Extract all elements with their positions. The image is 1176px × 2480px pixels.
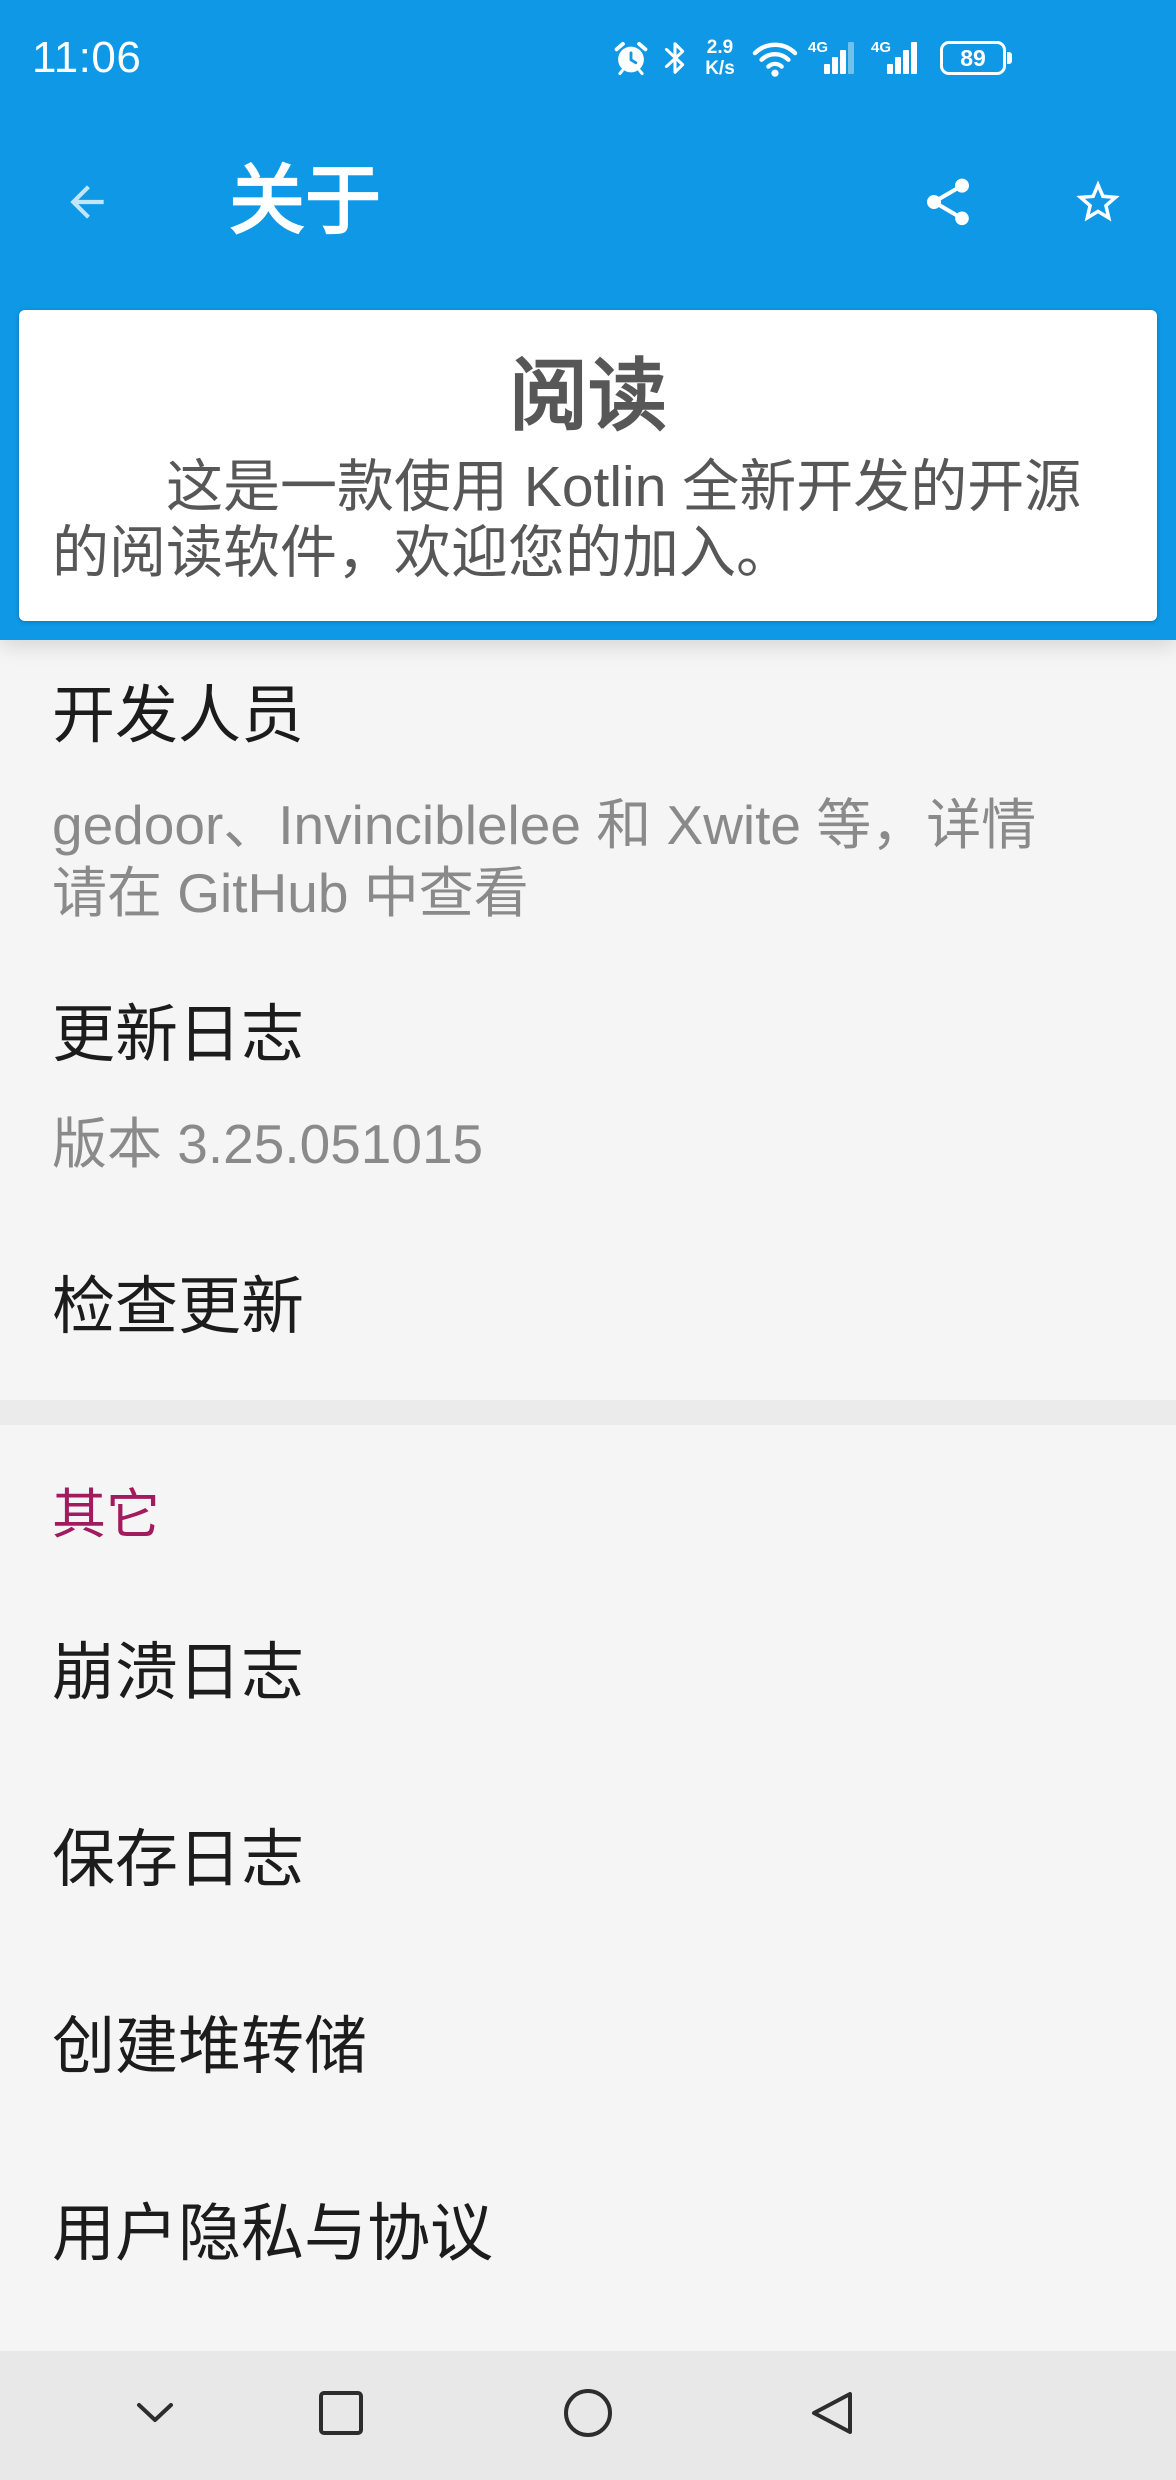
preference-list: 开发人员 gedoor、Invinciblelee 和 Xwite 等，详情请在… xyxy=(0,643,1176,2327)
pref-title: 开发人员 xyxy=(52,681,304,751)
network-speed: 2.9 K/s xyxy=(700,37,740,79)
pref-save-log[interactable]: 保存日志 xyxy=(0,1766,1176,1953)
pref-privacy-agreement[interactable]: 用户隐私与协议 xyxy=(0,2140,1176,2327)
wifi-icon xyxy=(752,41,798,77)
share-button[interactable] xyxy=(916,170,980,234)
section-divider xyxy=(0,1400,1176,1425)
bluetooth-icon xyxy=(663,39,687,77)
share-icon xyxy=(927,178,969,226)
network-type-label: 4G xyxy=(871,39,892,56)
status-time: 11:06 xyxy=(32,33,142,82)
pref-title: 保存日志 xyxy=(52,1824,304,1895)
system-back-button[interactable] xyxy=(801,2381,865,2445)
app-description: 这是一款使用 Kotlin 全新开发的开源的阅读软件，欢迎您的加入。 xyxy=(52,455,1082,585)
arrow-back-icon xyxy=(70,185,104,219)
page-title: 关于 xyxy=(229,159,381,244)
pref-developers[interactable]: 开发人员 gedoor、Invinciblelee 和 Xwite 等，详情请在… xyxy=(0,643,1176,962)
battery-tip xyxy=(1007,52,1012,64)
home-button[interactable] xyxy=(556,2381,620,2445)
pref-title: 用户隐私与协议 xyxy=(52,2198,493,2269)
pref-summary: 版本 3.25.051015 xyxy=(52,1113,484,1175)
app-name: 阅读 xyxy=(509,351,667,440)
pref-update-log[interactable]: 更新日志 版本 3.25.051015 xyxy=(0,962,1176,1213)
cellular-signal-icon: 4G xyxy=(808,40,858,76)
recents-square-icon xyxy=(319,2391,363,2435)
back-button[interactable] xyxy=(55,170,119,234)
alarm-clock-icon xyxy=(613,40,649,76)
network-type-label: 4G xyxy=(808,39,829,56)
pref-title: 更新日志 xyxy=(52,1000,304,1070)
pref-crash-log[interactable]: 崩溃日志 xyxy=(0,1579,1176,1766)
pref-summary: gedoor、Invinciblelee 和 Xwite 等，详情请在 GitH… xyxy=(52,794,1037,924)
recents-button[interactable] xyxy=(309,2381,373,2445)
pref-title: 创建堆转储 xyxy=(52,2011,367,2082)
favorite-button[interactable] xyxy=(1066,170,1130,234)
pref-check-update[interactable]: 检查更新 xyxy=(0,1213,1176,1400)
pref-title: 检查更新 xyxy=(52,1271,304,1342)
chevron-down-icon xyxy=(137,2403,173,2422)
back-triangle-icon xyxy=(812,2392,852,2434)
app-header: 11:06 2.9 K/s 4G 4G 89 关于 阅读 这是一款使用 Kotl… xyxy=(0,0,1176,640)
battery-icon: 89 xyxy=(940,41,1006,75)
system-navigation-bar xyxy=(0,2351,1176,2480)
network-speed-value: 2.9 xyxy=(706,37,734,58)
pref-title: 崩溃日志 xyxy=(52,1637,304,1708)
network-speed-unit: K/s xyxy=(705,58,735,79)
about-card: 阅读 这是一款使用 Kotlin 全新开发的开源的阅读软件，欢迎您的加入。 xyxy=(19,310,1157,621)
hide-navigation-button[interactable] xyxy=(123,2381,187,2445)
star-outline-icon xyxy=(1076,180,1120,222)
battery-level: 89 xyxy=(960,45,986,71)
home-circle-icon xyxy=(564,2389,612,2437)
category-title-other: 其它 xyxy=(52,1485,160,1545)
cellular-signal-icon: 4G xyxy=(871,40,921,76)
pref-create-heap-dump[interactable]: 创建堆转储 xyxy=(0,1953,1176,2140)
